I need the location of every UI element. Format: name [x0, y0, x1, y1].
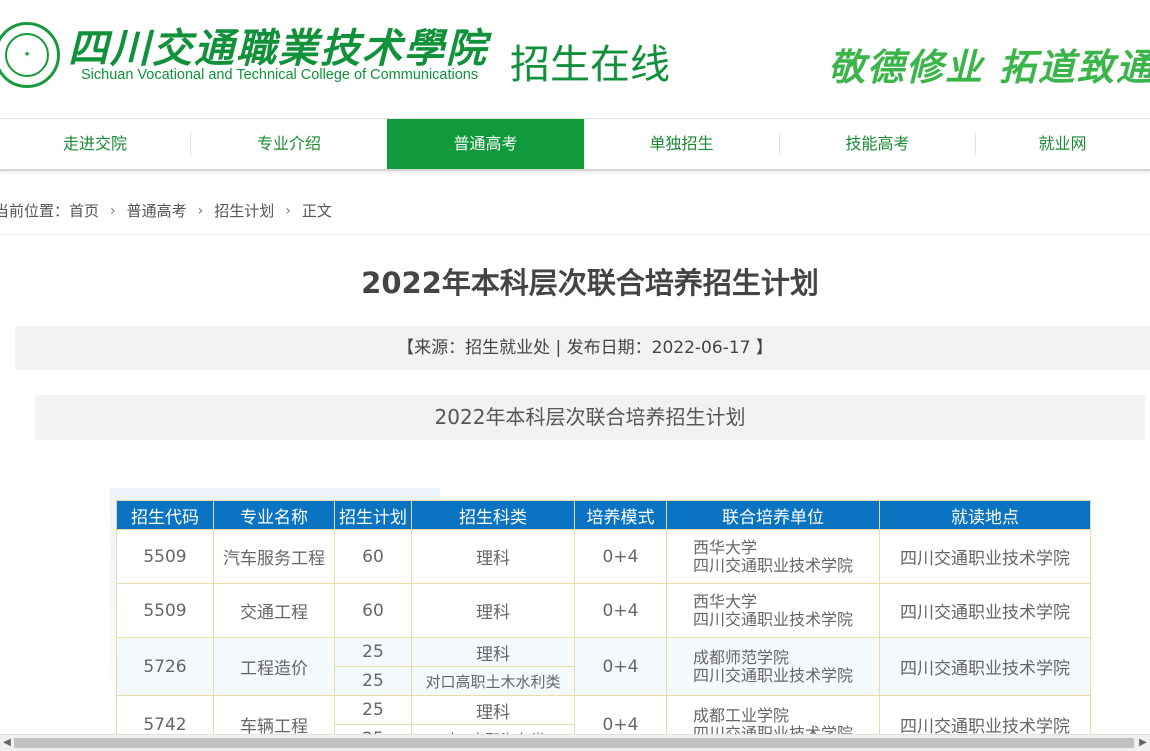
partner-line: 四川交通职业技术学院 — [693, 665, 854, 685]
nav-item-skills[interactable]: 技能高考 — [780, 119, 975, 169]
table-row: 5742 车辆工程 25 理科 0+4 成都工业学院 四川交通职业技术学院 四川交… — [116, 695, 1091, 740]
column-header: 招生代码 — [116, 500, 214, 530]
breadcrumb-plan-link[interactable]: 招生计划 — [214, 200, 274, 221]
cell-mode: 0+4 — [574, 637, 667, 696]
cell-plan: 25 — [334, 695, 412, 725]
column-header: 联合培养单位 — [666, 500, 880, 530]
column-header: 就读地点 — [879, 500, 1091, 530]
article-title: 2022年本科层次联合培养招生计划 — [361, 266, 819, 300]
breadcrumb-gaokao-link[interactable]: 普通高考 — [127, 200, 187, 221]
breadcrumb-separator-icon: › — [285, 202, 291, 219]
column-header: 招生科类 — [411, 500, 575, 530]
divider — [0, 234, 1150, 235]
cell-plan: 25 — [334, 666, 412, 696]
cell-plan: 25 — [334, 637, 412, 667]
cell-partner: 西华大学 四川交通职业技术学院 — [666, 529, 880, 584]
table-row: 5509 交通工程 60 理科 0+4 西华大学 四川交通职业技术学院 四川交通职… — [116, 583, 1091, 638]
nav-item-about[interactable]: 走进交院 — [0, 119, 190, 169]
cell-category: 对口高职土木水利类 — [411, 666, 575, 696]
article-subtitle: 2022年本科层次联合培养招生计划 — [35, 395, 1145, 440]
college-motto: 敬德修业 拓道致通 — [828, 45, 1150, 89]
cell-category: 理科 — [411, 695, 575, 725]
cell-category: 理科 — [411, 637, 575, 667]
cell-major: 汽车服务工程 — [213, 529, 335, 584]
college-name-en: Sichuan Vocational and Technical College… — [81, 67, 479, 83]
table-row: 5726 工程造价 25 理科 0+4 成都师范学院 四川交通职业技术学院 四川交… — [116, 637, 1091, 696]
scroll-right-icon[interactable]: ▶ — [1137, 737, 1149, 749]
nav-item-majors[interactable]: 专业介绍 — [191, 119, 387, 169]
partner-line: 西华大学 — [693, 537, 758, 557]
cell-code: 5509 — [116, 529, 214, 584]
plan-table: 招生代码 专业名称 招生计划 招生科类 培养模式 联合培养单位 就读地点 550… — [116, 500, 1091, 740]
scrollbar-thumb[interactable] — [14, 738, 1134, 748]
cell-plan: 60 — [334, 529, 412, 584]
column-header: 培养模式 — [574, 500, 667, 530]
site-header: ✦ 四川交通職業技术學院 Sichuan Vocational and Tech… — [0, 0, 1150, 118]
cell-location: 四川交通职业技术学院 — [879, 637, 1091, 696]
site-name: 招生在线 — [510, 42, 670, 88]
breadcrumb-separator-icon: › — [197, 202, 204, 219]
cell-major: 交通工程 — [213, 583, 335, 638]
cell-location: 四川交通职业技术学院 — [879, 529, 1091, 584]
nav-item-gaokao[interactable]: 普通高考 — [387, 119, 584, 169]
nav-item-jobs[interactable]: 就业网 — [976, 119, 1149, 169]
partner-line: 四川交通职业技术学院 — [693, 555, 854, 575]
breadcrumb: 当前位置： 首页 › 普通高考 › 招生计划 › 正文 — [0, 200, 332, 221]
cell-code: 5509 — [116, 583, 214, 638]
college-logo-icon[interactable]: ✦ — [0, 22, 60, 88]
scroll-left-icon[interactable]: ◀ — [1, 737, 13, 749]
cell-mode: 0+4 — [574, 583, 667, 638]
breadcrumb-prefix: 当前位置： — [0, 202, 70, 220]
column-header: 专业名称 — [213, 500, 335, 530]
partner-line: 四川交通职业技术学院 — [693, 609, 854, 629]
breadcrumb-current: 正文 — [301, 202, 332, 220]
cell-category: 理科 — [411, 529, 575, 584]
nav-item-independent[interactable]: 单独招生 — [584, 119, 779, 169]
column-header: 招生计划 — [334, 500, 412, 530]
cell-location: 四川交通职业技术学院 — [879, 583, 1091, 638]
breadcrumb-home-link[interactable]: 首页 — [69, 200, 99, 221]
cell-partner: 成都师范学院 四川交通职业技术学院 — [666, 637, 880, 696]
cell-plan: 60 — [334, 583, 412, 638]
cell-mode: 0+4 — [574, 529, 667, 584]
horizontal-scrollbar[interactable]: ◀ ▶ — [0, 734, 1150, 751]
partner-line: 成都工业学院 — [693, 705, 790, 725]
cell-code: 5726 — [116, 637, 214, 696]
table-row: 5509 汽车服务工程 60 理科 0+4 西华大学 四川交通职业技术学院 四川交… — [116, 529, 1091, 584]
breadcrumb-separator-icon: › — [110, 202, 116, 219]
cell-partner: 西华大学 四川交通职业技术学院 — [666, 583, 880, 638]
table-header-row: 招生代码 专业名称 招生计划 招生科类 培养模式 联合培养单位 就读地点 — [116, 500, 1091, 530]
college-name-cn[interactable]: 四川交通職業技术學院 — [68, 16, 488, 74]
plan-table-image: 招生代码 专业名称 招生计划 招生科类 培养模式 联合培养单位 就读地点 550… — [110, 488, 1100, 740]
main-nav: 走进交院 专业介绍 普通高考 单独招生 技能高考 就业网 — [0, 118, 1150, 171]
article-meta: 【来源：招生就业处 | 发布日期：2022-06-17 】 — [15, 326, 1150, 370]
logo-inner-emblem: ✦ — [5, 33, 49, 77]
cell-category: 理科 — [411, 583, 575, 638]
cell-major: 工程造价 — [213, 637, 335, 696]
partner-line: 成都师范学院 — [693, 647, 790, 667]
partner-line: 西华大学 — [693, 591, 758, 611]
